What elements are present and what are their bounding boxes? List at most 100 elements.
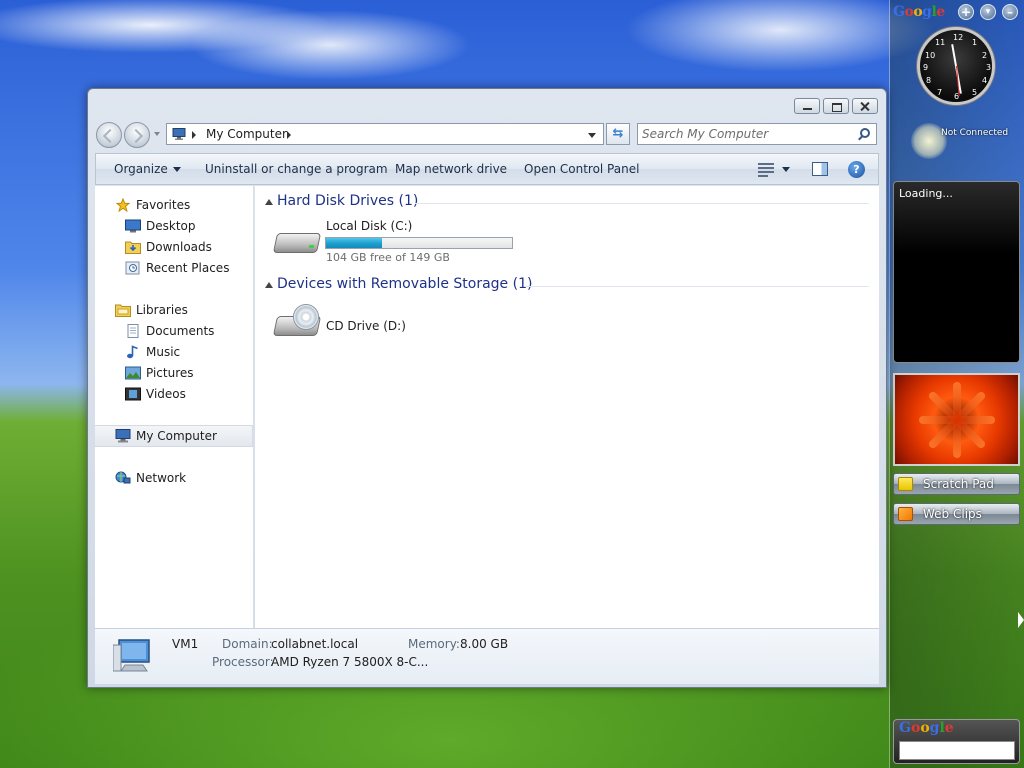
drive-name: Local Disk (C:): [326, 219, 413, 233]
memory-label: Memory:: [408, 637, 460, 651]
clock-number: 1: [972, 38, 978, 47]
cd-disc: [293, 304, 319, 330]
videos-filmstrip-icon: [125, 387, 141, 401]
sidebar-menu-button[interactable]: ▾: [980, 4, 996, 20]
view-options-chevron-icon[interactable]: [782, 167, 790, 172]
drive-usage-bar: [325, 237, 513, 249]
google-logo: Google: [893, 4, 945, 20]
clock-number: 8: [926, 76, 932, 85]
web-clips-label: Web Clips: [923, 507, 982, 521]
nav-item-label: Desktop: [146, 219, 196, 233]
google-search-gadget: Google: [893, 719, 1020, 764]
address-bar[interactable]: My Computer: [166, 123, 604, 145]
mouse-cursor-icon: [1018, 612, 1024, 628]
clock-number: 11: [935, 38, 946, 47]
computer-icon: [115, 429, 131, 443]
nav-item-recent-places[interactable]: Recent Places: [95, 258, 253, 278]
feed-headlines-gadget[interactable]: Loading...: [893, 181, 1020, 363]
help-icon[interactable]: ?: [848, 161, 865, 178]
clock-number: 2: [982, 51, 988, 60]
group-header-hard-disk-drives[interactable]: Hard Disk Drives (1): [255, 193, 875, 213]
recent-pages-chevron-icon[interactable]: [154, 132, 160, 136]
nav-item-downloads[interactable]: Downloads: [95, 237, 253, 257]
group-title: Devices with Removable Storage (1): [277, 276, 533, 292]
web-clips-button[interactable]: Web Clips: [893, 503, 1020, 525]
chevron-down-icon: [172, 167, 181, 172]
libraries-folder-icon: [115, 304, 131, 317]
search-icon[interactable]: [860, 128, 870, 138]
details-pane: VM1 Domain: collabnet.local Memory: 8.00…: [95, 628, 879, 684]
organize-menu[interactable]: Organize: [114, 162, 181, 176]
google-search-input[interactable]: [899, 741, 1015, 760]
back-button[interactable]: [96, 122, 122, 148]
nav-item-label: Documents: [146, 324, 215, 338]
clock-number: 3: [986, 63, 992, 72]
domain-label: Domain:: [222, 637, 273, 651]
nav-item-favorites[interactable]: Favorites: [95, 195, 253, 215]
nav-item-label: Network: [136, 471, 187, 485]
navigation-pane: Favorites Desktop Downloads Recent Place…: [95, 186, 254, 628]
nav-item-desktop[interactable]: Desktop: [95, 216, 253, 236]
hard-drive-light: [309, 245, 314, 248]
sidebar-minimize-button[interactable]: –: [1002, 4, 1018, 20]
clock-number: 9: [923, 63, 929, 72]
breadcrumb-my-computer[interactable]: My Computer: [206, 127, 287, 141]
hard-drive-body: [272, 233, 322, 253]
star-icon: [115, 198, 131, 212]
change-view-icon[interactable]: [758, 163, 774, 177]
hard-drive-icon: [272, 221, 322, 257]
explorer-window: My Computer ⇆ Organize Uninstall or chan…: [87, 88, 887, 688]
cd-drive-icon: [272, 304, 322, 340]
nav-item-music[interactable]: Music: [95, 342, 253, 362]
uninstall-program-button[interactable]: Uninstall or change a program: [205, 162, 388, 176]
computer-icon: [172, 128, 186, 140]
scratch-pad-button[interactable]: Scratch Pad: [893, 473, 1020, 495]
collapse-triangle-icon[interactable]: [265, 199, 273, 205]
nav-item-my-computer[interactable]: My Computer: [95, 425, 253, 447]
domain-value: collabnet.local: [271, 637, 359, 651]
minimize-button[interactable]: [794, 98, 820, 114]
sidebar-add-gadget-button[interactable]: +: [958, 4, 974, 20]
refresh-button[interactable]: ⇆: [606, 123, 630, 145]
documents-icon: [127, 324, 139, 338]
group-header-removable-storage[interactable]: Devices with Removable Storage (1): [255, 276, 875, 296]
preview-pane-icon[interactable]: [812, 162, 828, 176]
collapse-triangle-icon[interactable]: [265, 282, 273, 288]
weather-status: Not Connected: [941, 128, 1009, 138]
clock-number: 10: [925, 51, 936, 60]
group-title: Hard Disk Drives (1): [277, 193, 419, 209]
slideshow-gadget[interactable]: [893, 373, 1020, 466]
pictures-icon: [125, 366, 141, 380]
group-divider: [415, 203, 869, 204]
nav-item-pictures[interactable]: Pictures: [95, 363, 253, 383]
address-dropdown-icon[interactable]: [588, 133, 596, 138]
nav-item-libraries[interactable]: Libraries: [95, 300, 253, 320]
nav-item-label: Favorites: [136, 198, 191, 212]
maximize-button[interactable]: [823, 98, 849, 114]
command-bar: Organize Uninstall or change a program M…: [95, 153, 879, 185]
note-icon: [898, 477, 913, 491]
google-search-logo: Google: [899, 720, 954, 736]
window-controls: [794, 98, 878, 114]
nav-item-label: Libraries: [136, 303, 188, 317]
nav-item-documents[interactable]: Documents: [95, 321, 253, 341]
breadcrumb-arrow-icon[interactable]: [287, 131, 291, 139]
nav-item-label: Videos: [146, 387, 186, 401]
clock-gadget[interactable]: 12 1 2 3 4 5 6 7 8 9 10 11: [917, 27, 995, 105]
forward-button[interactable]: [124, 122, 150, 148]
nav-item-network[interactable]: Network: [95, 468, 253, 488]
close-button[interactable]: [852, 98, 878, 114]
processor-value: AMD Ryzen 7 5800X 8-C...: [271, 655, 429, 669]
open-control-panel-button[interactable]: Open Control Panel: [524, 162, 639, 176]
nav-item-videos[interactable]: Videos: [95, 384, 253, 404]
breadcrumb-arrow-icon[interactable]: [192, 131, 196, 139]
computer-icon: [113, 639, 150, 672]
clock-hour-hand: [951, 44, 957, 67]
drive-usage-fill: [326, 238, 382, 248]
search-input[interactable]: [642, 126, 852, 142]
network-globe-icon: [115, 471, 131, 484]
search-box: [637, 123, 877, 145]
map-network-drive-button[interactable]: Map network drive: [395, 162, 507, 176]
organize-label: Organize: [114, 162, 168, 176]
drive-name: CD Drive (D:): [326, 319, 406, 333]
